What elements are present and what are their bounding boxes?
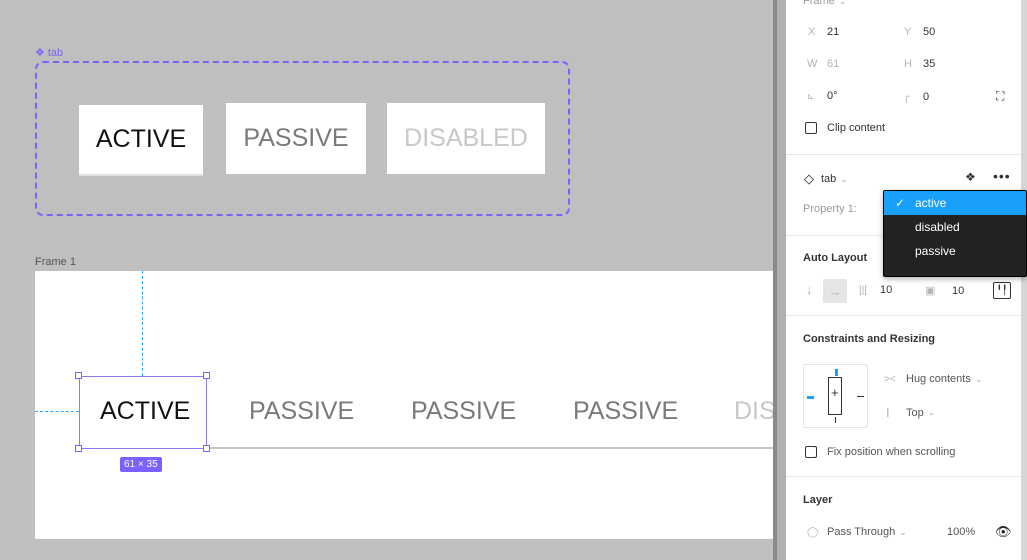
- chevron-down-icon: ⌄: [838, 0, 847, 6]
- go-to-main-component-icon[interactable]: ❖: [965, 170, 976, 184]
- item-spacing-field[interactable]: ]|[ 10: [859, 284, 892, 296]
- padding-icon: ▣: [925, 285, 936, 297]
- selection-box[interactable]: [79, 376, 207, 449]
- layer-section: Layer ◯ Pass Through ⌄ 100% 👁: [786, 477, 1021, 560]
- tabbar-underline: [207, 447, 773, 449]
- hug-horizontal-icon: ><: [884, 373, 896, 385]
- corner-radius-field[interactable]: ╭ 0: [903, 90, 929, 104]
- chevron-down-icon: ⌄: [840, 173, 848, 184]
- constraint-bottom[interactable]: [835, 417, 836, 423]
- h-field[interactable]: H 35: [904, 58, 935, 70]
- component-name-dropdown[interactable]: ◇ tab ⌄: [804, 171, 848, 187]
- dropdown-option-disabled[interactable]: disabled: [884, 215, 1026, 239]
- spacing-icon: ]|[: [859, 284, 868, 296]
- instance-icon: ◇: [804, 171, 814, 186]
- eye-icon[interactable]: 👁: [995, 524, 1012, 540]
- variant-passive[interactable]: PASSIVE: [226, 103, 366, 174]
- vertical-constraint-dropdown[interactable]: I Top ⌄: [886, 405, 935, 420]
- tab-instance-passive[interactable]: PASSIVE: [573, 393, 678, 429]
- dropdown-option-passive[interactable]: passive: [884, 239, 1026, 263]
- panel-gutter: [777, 0, 786, 560]
- padding-field[interactable]: ▣ 10: [925, 284, 964, 298]
- check-icon: ✓: [895, 196, 906, 210]
- clip-content-checkbox[interactable]: Clip content: [805, 122, 885, 134]
- chevron-down-icon: ⌄: [927, 407, 936, 417]
- resize-handle-top-right[interactable]: [203, 372, 210, 379]
- alignment-button[interactable]: ╹╿: [993, 282, 1011, 299]
- constraint-right[interactable]: [857, 396, 864, 397]
- plus-icon: +: [831, 385, 839, 400]
- resize-handle-bottom-left[interactable]: [75, 445, 82, 452]
- spacing-guide-vertical: [142, 271, 143, 376]
- opacity-field[interactable]: 100%: [947, 526, 975, 538]
- variant-disabled[interactable]: DISABLED: [387, 103, 545, 174]
- constraint-top-active[interactable]: [835, 369, 838, 376]
- chevron-down-icon: ⌄: [974, 373, 983, 384]
- checkbox-icon: [805, 446, 817, 458]
- checkbox-icon: [805, 122, 817, 134]
- direction-vertical-button[interactable]: ↓: [806, 282, 813, 297]
- rotation-field[interactable]: ⊾ 0°: [807, 90, 838, 102]
- tab-instance-disabled[interactable]: DISA: [734, 393, 773, 429]
- selection-size-badge: 61 × 35: [120, 457, 162, 472]
- tab-instance-passive[interactable]: PASSIVE: [411, 393, 516, 429]
- rotation-icon: ⊾: [807, 90, 815, 101]
- tab-instance-passive[interactable]: PASSIVE: [249, 393, 354, 429]
- frame-section: Frame ⌄ X 21 Y 50 W 61 H 35 ⊾ 0° ╭ 0 ⛶ Cl…: [786, 0, 1021, 155]
- resize-handle-bottom-right[interactable]: [203, 445, 210, 452]
- corner-radius-icon: ╭: [903, 91, 910, 103]
- auto-layout-title: Auto Layout: [803, 252, 868, 264]
- x-field[interactable]: X 21: [808, 26, 839, 38]
- blend-mode-icon: ◯: [807, 526, 819, 538]
- vertical-constraint-icon: I: [886, 405, 890, 420]
- w-field[interactable]: W 61: [807, 58, 839, 70]
- constraints-title: Constraints and Resizing: [803, 333, 936, 345]
- panel-scrollbar[interactable]: [1021, 0, 1027, 560]
- design-canvas[interactable]: ❖ tab ACTIVE PASSIVE DISABLED Frame 1 AC…: [0, 0, 773, 560]
- variant-active[interactable]: ACTIVE: [79, 105, 203, 176]
- constraint-widget[interactable]: +: [803, 364, 868, 428]
- dropdown-option-active[interactable]: ✓ active: [884, 191, 1026, 215]
- direction-horizontal-button[interactable]: →: [823, 279, 847, 303]
- spacing-guide-horizontal: [35, 411, 79, 412]
- property-dropdown-menu[interactable]: ✓ active disabled passive: [883, 190, 1027, 277]
- fix-position-checkbox[interactable]: Fix position when scrolling: [805, 446, 955, 458]
- chevron-down-icon: ⌄: [899, 526, 907, 537]
- horizontal-resizing-dropdown[interactable]: >< Hug contents ⌄: [884, 373, 982, 385]
- component-set-icon: ❖: [35, 47, 45, 59]
- independent-corners-icon[interactable]: ⛶: [996, 89, 1004, 104]
- property-label: Property 1:: [803, 203, 857, 215]
- constraints-section: Constraints and Resizing + >< Hug conten…: [786, 316, 1021, 477]
- constraint-left-active[interactable]: [807, 396, 814, 399]
- layer-title: Layer: [803, 494, 833, 506]
- frame-label[interactable]: Frame 1: [35, 256, 76, 268]
- frame-type-dropdown[interactable]: Frame ⌄: [803, 0, 846, 7]
- y-field[interactable]: Y 50: [904, 26, 935, 38]
- properties-panel: Frame ⌄ X 21 Y 50 W 61 H 35 ⊾ 0° ╭ 0 ⛶ Cl…: [786, 0, 1027, 560]
- component-set-label[interactable]: ❖ tab: [35, 46, 63, 60]
- resize-handle-top-left[interactable]: [75, 372, 82, 379]
- blend-mode-dropdown[interactable]: ◯ Pass Through ⌄: [807, 526, 907, 538]
- more-options-icon[interactable]: •••: [993, 168, 1011, 184]
